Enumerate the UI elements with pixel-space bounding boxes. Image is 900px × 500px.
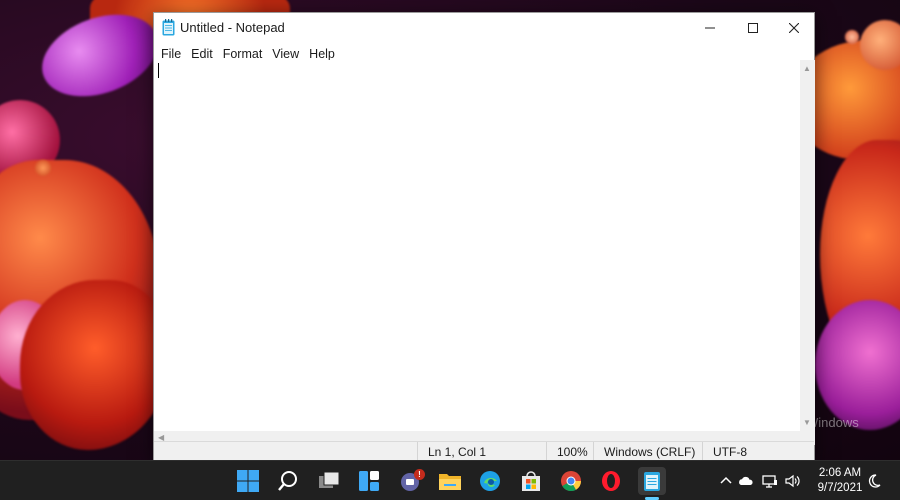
start-button[interactable] — [234, 467, 262, 495]
notepad-icon — [644, 472, 660, 491]
task-view-button[interactable] — [315, 467, 343, 495]
task-view-icon — [319, 471, 340, 488]
wallpaper-shape — [20, 280, 170, 450]
microsoft-store-icon — [522, 471, 540, 491]
notepad-app-icon — [162, 19, 175, 36]
widgets-icon — [359, 471, 379, 491]
clock-time: 2:06 AM — [818, 467, 862, 479]
clock-date: 9/7/2021 — [817, 482, 863, 494]
microsoft-store-button[interactable] — [517, 467, 545, 495]
edge-button[interactable] — [476, 467, 504, 495]
maximize-icon — [748, 23, 758, 33]
search-button[interactable] — [274, 467, 302, 495]
scroll-up-arrow-icon[interactable]: ▲ — [803, 64, 811, 73]
maximize-button[interactable] — [731, 13, 775, 43]
text-editor[interactable] — [154, 60, 800, 431]
close-button[interactable] — [772, 13, 816, 43]
minimize-button[interactable] — [688, 13, 732, 43]
title-bar[interactable]: Untitled - Notepad — [154, 13, 814, 43]
scroll-down-arrow-icon[interactable]: ▼ — [803, 418, 811, 427]
wallpaper-shape — [35, 160, 51, 176]
chevron-up-icon[interactable] — [718, 473, 734, 489]
close-icon — [789, 23, 799, 33]
notepad-window: Untitled - Notepad File Edit Format View… — [153, 12, 815, 463]
text-caret — [158, 63, 159, 78]
widgets-button[interactable] — [355, 467, 383, 495]
opera-icon — [602, 471, 620, 491]
search-icon — [278, 471, 297, 491]
wallpaper-shape — [845, 30, 859, 44]
edge-icon — [480, 471, 500, 491]
file-explorer-icon — [439, 474, 461, 490]
taskbar: 2:06 AM 9/7/2021 — [0, 460, 900, 500]
network-icon[interactable] — [762, 473, 778, 489]
opera-button[interactable] — [597, 467, 625, 495]
notepad-taskbar-button[interactable] — [638, 467, 666, 495]
chrome-icon — [561, 471, 582, 492]
chrome-button[interactable] — [557, 467, 585, 495]
teams-notification-badge: ! — [414, 469, 425, 480]
file-explorer-button[interactable] — [436, 467, 464, 495]
window-title: Untitled - Notepad — [180, 20, 285, 35]
system-tray — [714, 461, 900, 500]
vertical-scrollbar[interactable]: ▲ ▼ — [800, 60, 815, 431]
minimize-icon — [705, 27, 715, 29]
start-icon — [237, 470, 259, 492]
onedrive-cloud-icon[interactable] — [738, 473, 754, 489]
volume-icon[interactable] — [784, 473, 800, 489]
focus-moon-icon[interactable] — [866, 473, 882, 489]
clock[interactable]: 2:06 AM 9/7/2021 — [816, 466, 864, 496]
wallpaper-shape — [815, 300, 900, 430]
